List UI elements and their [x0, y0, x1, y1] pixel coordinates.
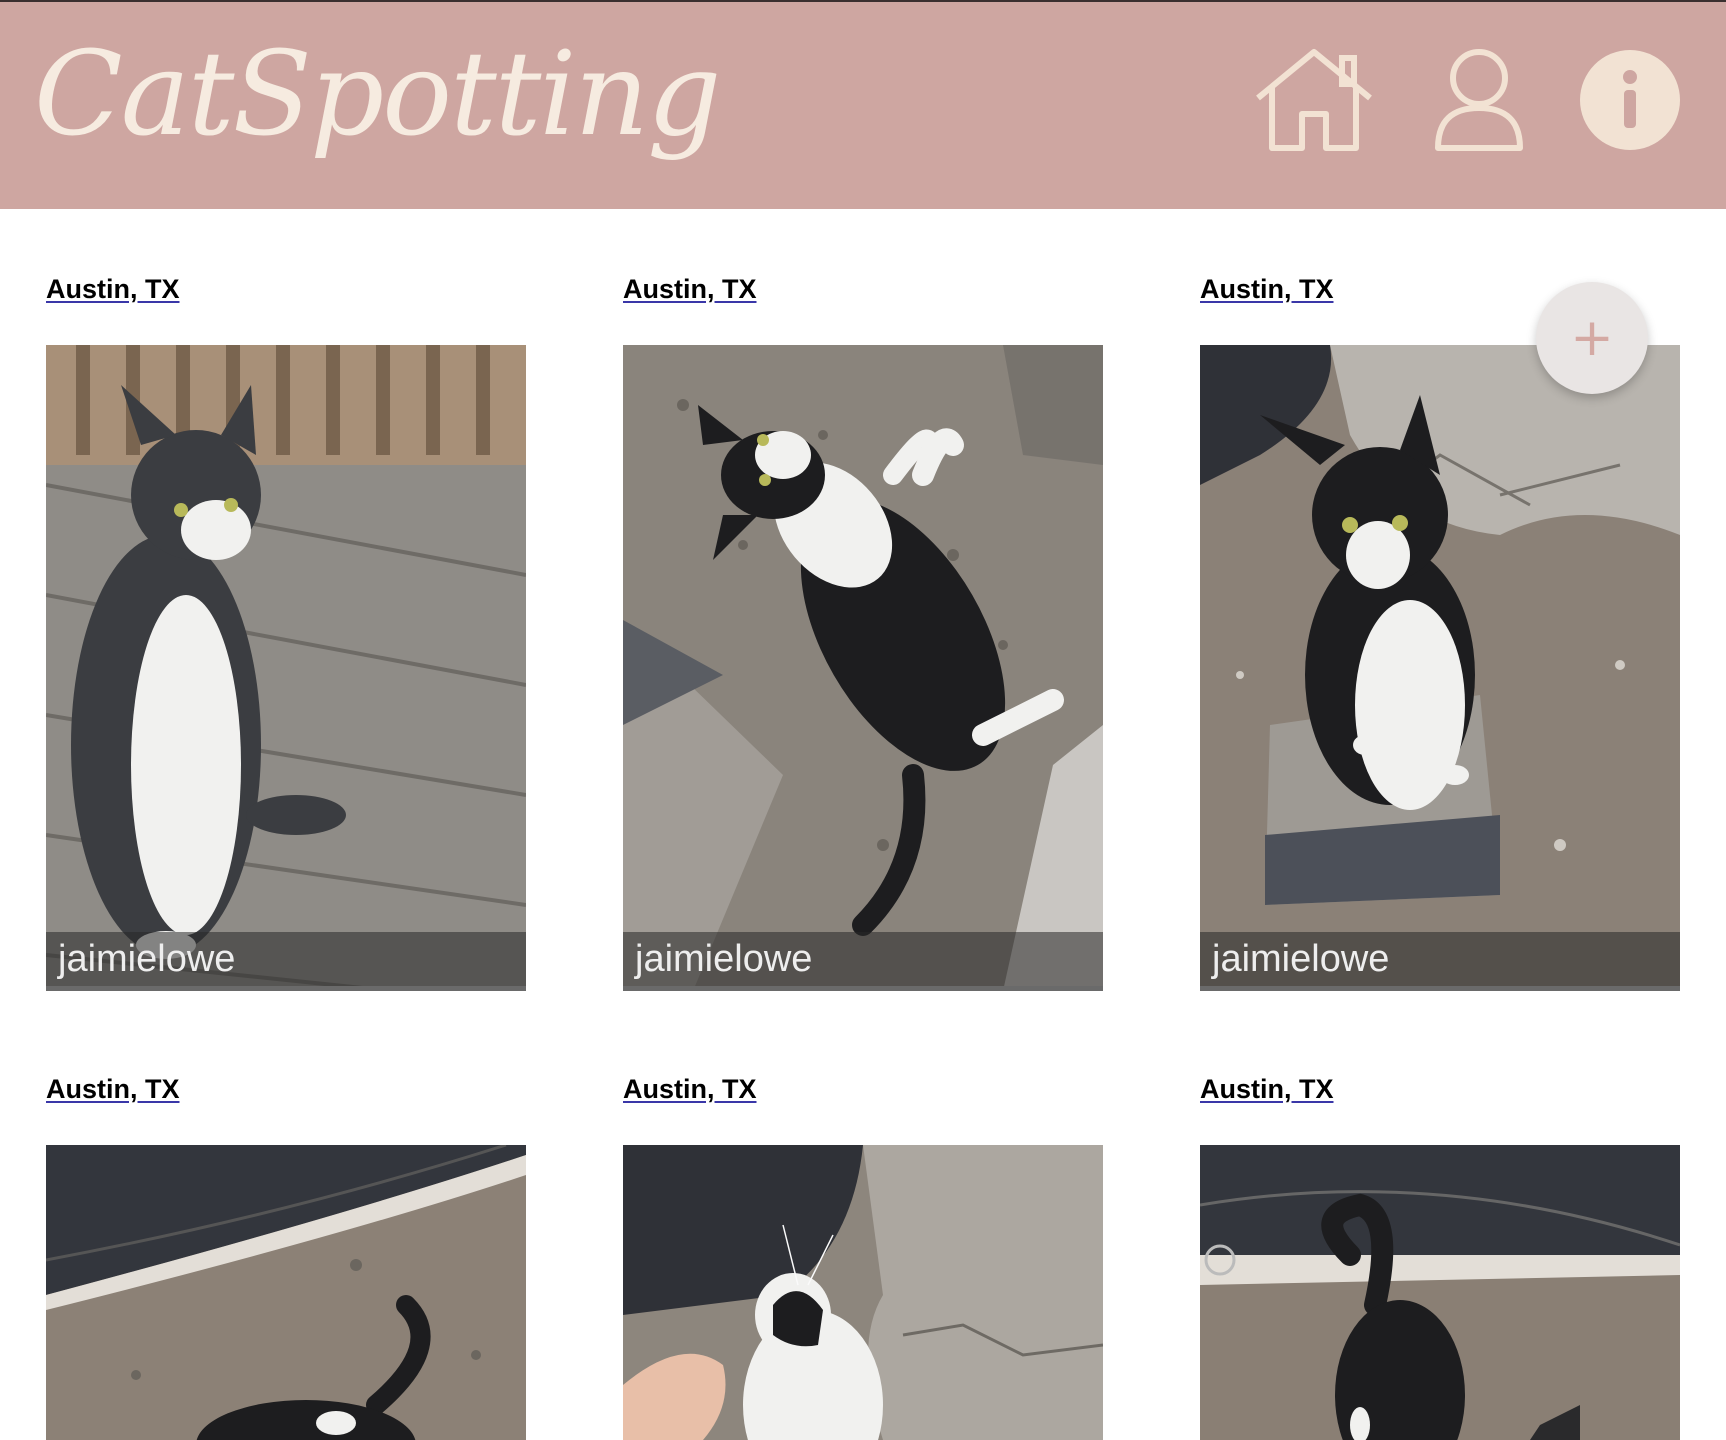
cat-photo[interactable] [1200, 1145, 1680, 1440]
photo-cat-on-deck [46, 345, 526, 991]
photo-cat-sitting-on-paver [1200, 345, 1680, 991]
photo-username: jaimielowe [623, 932, 1103, 986]
photo-cat-tail-by-wall [46, 1145, 526, 1440]
photo-cat-lying-on-dirt [623, 345, 1103, 991]
location-link[interactable]: Austin, TX [46, 273, 180, 305]
cat-photo[interactable]: jaimielowe [46, 345, 526, 991]
add-post-button[interactable]: + [1536, 282, 1648, 394]
app-header: CatSpotting [0, 2, 1726, 209]
photo-username: jaimielowe [1200, 932, 1680, 986]
location-link[interactable]: Austin, TX [623, 1073, 757, 1105]
location-link[interactable]: Austin, TX [623, 273, 757, 305]
location-link[interactable]: Austin, TX [46, 1073, 180, 1105]
info-icon[interactable] [1580, 50, 1680, 150]
user-icon[interactable] [1434, 48, 1524, 152]
photo-bottom-bar [46, 986, 526, 991]
cat-photo[interactable] [46, 1145, 526, 1440]
cat-photo[interactable] [623, 1145, 1103, 1440]
location-link[interactable]: Austin, TX [1200, 1073, 1334, 1105]
cat-photo[interactable]: jaimielowe [623, 345, 1103, 991]
photo-bottom-bar [1200, 986, 1680, 991]
home-icon[interactable] [1252, 48, 1376, 152]
location-link[interactable]: Austin, TX [1200, 273, 1334, 305]
photo-cat-walking-away [1200, 1145, 1680, 1440]
photo-hand-petting-cat [623, 1145, 1103, 1440]
photo-username: jaimielowe [46, 932, 526, 986]
cat-photo[interactable]: jaimielowe [1200, 345, 1680, 991]
photo-bottom-bar [623, 986, 1103, 991]
app-logo[interactable]: CatSpotting [34, 20, 721, 170]
